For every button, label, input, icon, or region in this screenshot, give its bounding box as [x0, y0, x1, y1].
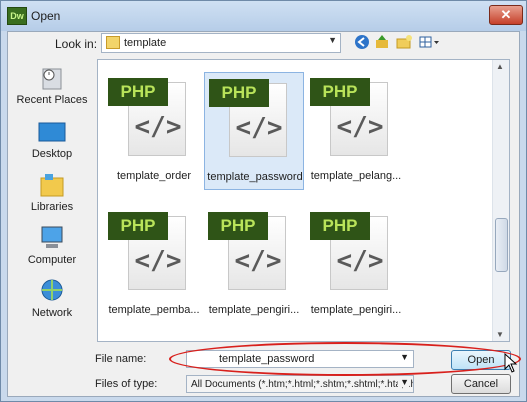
place-label: Network — [31, 307, 73, 319]
code-glyph: </> — [336, 112, 384, 142]
place-label: Desktop — [31, 148, 73, 160]
up-folder-icon[interactable] — [373, 34, 391, 52]
back-icon[interactable] — [353, 34, 371, 52]
chevron-down-icon[interactable]: ▼ — [400, 352, 409, 362]
look-in-label: Look in: — [55, 37, 98, 51]
file-item[interactable]: PHP </> template_pemba... — [104, 206, 204, 324]
file-name: template_pengiri... — [208, 304, 300, 316]
places-bar: Recent Places Desktop Libraries Computer… — [9, 59, 95, 339]
views-menu-icon[interactable] — [419, 34, 441, 52]
php-badge: PHP — [209, 79, 269, 107]
code-glyph: </> — [134, 112, 182, 142]
file-name-label: File name: — [95, 353, 147, 365]
scrollbar-thumb[interactable] — [495, 218, 508, 272]
file-name-value: template_password — [219, 353, 315, 365]
php-badge: PHP — [310, 78, 370, 106]
recent-places-icon — [37, 65, 67, 91]
place-label: Computer — [27, 254, 77, 266]
file-name: template_pelang... — [310, 170, 402, 182]
place-label: Libraries — [30, 201, 74, 213]
file-name: template_password — [207, 171, 303, 183]
php-badge: PHP — [310, 212, 370, 240]
file-name: template_pengiri... — [310, 304, 402, 316]
look-in-value: template — [124, 37, 167, 49]
desktop-icon — [37, 119, 67, 145]
place-desktop[interactable]: Desktop — [9, 119, 95, 160]
code-glyph: </> — [336, 246, 384, 276]
place-label: Recent Places — [16, 94, 88, 106]
place-network[interactable]: Network — [9, 278, 95, 319]
file-item[interactable]: PHP </> template_pengiri... — [306, 206, 406, 324]
computer-icon — [37, 225, 67, 251]
open-button[interactable]: Open — [451, 350, 511, 370]
title-bar[interactable]: Dw Open ✕ — [1, 1, 526, 31]
file-item[interactable]: PHP </> template_pelang... — [306, 72, 406, 190]
open-dialog: Dw Open ✕ Look in: template ▼ Recent Pla… — [0, 0, 527, 402]
dialog-title: Open — [31, 9, 61, 23]
look-in-dropdown[interactable]: template ▼ — [101, 33, 341, 53]
cancel-button[interactable]: Cancel — [451, 374, 511, 394]
php-badge: PHP — [208, 212, 268, 240]
close-button[interactable]: ✕ — [489, 5, 523, 25]
place-recent-places[interactable]: Recent Places — [9, 65, 95, 106]
place-computer[interactable]: Computer — [9, 225, 95, 266]
network-icon — [37, 278, 67, 304]
files-of-type-label: Files of type: — [95, 378, 158, 390]
file-item[interactable]: PHP </> template_pengiri... — [204, 206, 304, 324]
libraries-icon — [37, 172, 67, 198]
new-folder-icon[interactable] — [395, 34, 413, 52]
place-libraries[interactable]: Libraries — [9, 172, 95, 213]
file-name: template_order — [117, 170, 191, 182]
chevron-down-icon: ▼ — [328, 35, 337, 45]
code-glyph: </> — [235, 113, 283, 143]
folder-icon — [106, 36, 120, 49]
file-name: template_pemba... — [108, 304, 200, 316]
scroll-down-icon[interactable]: ▼ — [496, 330, 504, 339]
code-glyph: </> — [134, 246, 182, 276]
files-of-type-dropdown[interactable]: All Documents (*.htm;*.html;*.shtm;*.sht… — [186, 375, 414, 393]
vertical-scrollbar[interactable]: ▲ ▼ — [492, 60, 509, 341]
file-name-input[interactable]: template_password ▼ — [186, 350, 414, 368]
php-badge: PHP — [108, 212, 168, 240]
dreamweaver-app-icon: Dw — [7, 7, 27, 25]
file-list[interactable]: PHP </> template_order PHP </> template_… — [97, 59, 510, 342]
files-of-type-value: All Documents (*.htm;*.html;*.shtm;*.sht… — [191, 379, 413, 390]
code-glyph: </> — [234, 246, 282, 276]
php-badge: PHP — [108, 78, 168, 106]
scroll-up-icon[interactable]: ▲ — [496, 62, 504, 71]
file-item[interactable]: PHP </> template_order — [104, 72, 204, 190]
file-item-selected[interactable]: PHP </> template_password — [204, 72, 304, 190]
chevron-down-icon[interactable]: ▼ — [398, 377, 409, 387]
